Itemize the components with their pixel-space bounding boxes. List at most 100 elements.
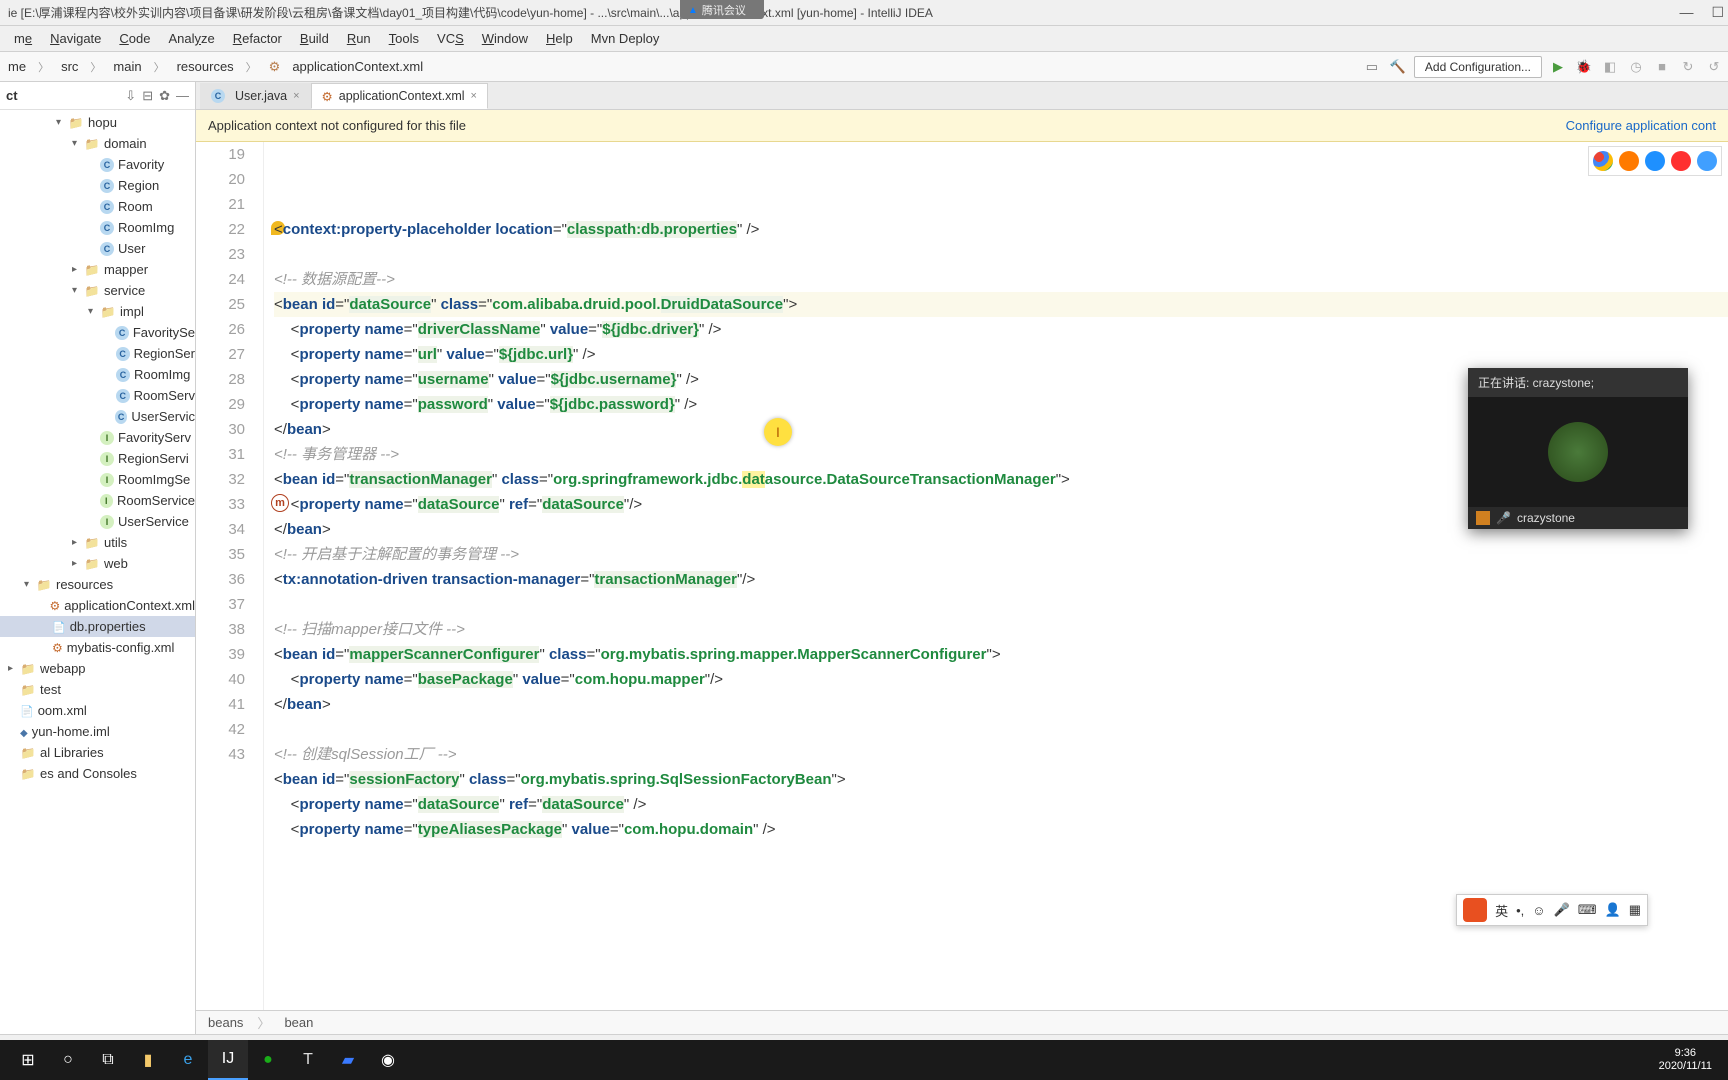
mic-icon[interactable]: 🎤 [1496,511,1511,525]
tree-node-test[interactable]: test [0,679,195,700]
line-number[interactable]: 38 [196,617,245,642]
task-view-icon[interactable]: ⧉ [88,1040,128,1080]
line-number[interactable]: 25 [196,292,245,317]
ime-punct-icon[interactable]: •, [1516,903,1524,918]
ime-lang[interactable]: 英 [1495,901,1508,920]
tree-node-hopu[interactable]: ▾hopu [0,112,195,133]
line-number[interactable]: 40 [196,667,245,692]
gutter[interactable]: 1920212223242526272829303132333435363738… [196,142,264,1010]
tree-node-RegionSer[interactable]: CRegionSer [0,343,195,364]
line-number[interactable]: 41 [196,692,245,717]
menu-tools[interactable]: Tools [381,28,427,49]
edge-icon[interactable]: e [168,1040,208,1080]
line-number[interactable]: 30 [196,417,245,442]
run-icon[interactable]: ▶ [1548,57,1568,77]
code-line-32[interactable]: <!-- 开启基于注解配置的事务管理 --> [274,542,1728,567]
line-number[interactable]: 27 [196,342,245,367]
debug-icon[interactable]: 🐞 [1574,57,1594,77]
jrebel-debug-icon[interactable]: ↺ [1704,57,1724,77]
jrebel-icon[interactable]: ↻ [1678,57,1698,77]
wechat-icon[interactable]: ● [248,1040,288,1080]
select-view-icon[interactable]: ⇩ [125,88,136,104]
pin-icon[interactable] [1476,511,1490,525]
hide-icon[interactable]: ― [176,88,189,104]
firefox-icon[interactable] [1619,151,1639,171]
tree-node-Favority[interactable]: CFavority [0,154,195,175]
line-number[interactable]: 31 [196,442,245,467]
code-editor[interactable]: <context:property-placeholder location="… [264,142,1728,1010]
code-line-36[interactable]: <bean id="mapperScannerConfigurer" class… [274,642,1728,667]
code-line-41[interactable]: <bean id="sessionFactory" class="org.myb… [274,767,1728,792]
tree-node-RoomService[interactable]: IRoomService [0,490,195,511]
opera-icon[interactable] [1671,151,1691,171]
code-line-40[interactable]: <!-- 创建sqlSession工厂 --> [274,742,1728,767]
line-number[interactable]: 21 [196,192,245,217]
code-line-23[interactable]: <property name="driverClassName" value="… [274,317,1728,342]
tree-node-UserService[interactable]: IUserService [0,511,195,532]
tencent-meeting-overlay[interactable]: 正在讲话: crazystone; 🎤 crazystone [1468,368,1688,529]
tree-node-Room[interactable]: CRoom [0,196,195,217]
code-line-19[interactable]: <context:property-placeholder location="… [274,217,1728,242]
menu-code[interactable]: Code [111,28,158,49]
menu-navigate[interactable]: Navigate [42,28,109,49]
tree-node-resources[interactable]: ▾resources [0,574,195,595]
tree-node-RoomImg[interactable]: CRoomImg [0,217,195,238]
add-configuration-button[interactable]: Add Configuration... [1414,56,1542,78]
chrome-taskbar-icon[interactable]: ◉ [368,1040,408,1080]
sogou-logo-icon[interactable] [1463,898,1487,922]
tree-node-RoomImg[interactable]: CRoomImg [0,364,195,385]
line-number[interactable]: 29 [196,392,245,417]
edge-icon[interactable] [1697,151,1717,171]
tree-node-domain[interactable]: ▾domain [0,133,195,154]
explorer-icon[interactable]: ▮ [128,1040,168,1080]
tree-node-FavoritySe[interactable]: CFavoritySe [0,322,195,343]
tree-node-FavorityServ[interactable]: IFavorityServ [0,427,195,448]
chrome-icon[interactable] [1593,151,1613,171]
tree-node-oom-xml[interactable]: oom.xml [0,700,195,721]
code-line-43[interactable]: <property name="typeAliasesPackage" valu… [274,817,1728,842]
line-number[interactable]: 23 [196,242,245,267]
tree-node-al-Libraries[interactable]: al Libraries [0,742,195,763]
breadcrumb-applicationContext-xml[interactable]: applicationContext.xml [288,57,427,76]
safari-icon[interactable] [1645,151,1665,171]
breadcrumb-src[interactable]: src [57,57,82,76]
line-number[interactable]: 19 [196,142,245,167]
tree-node-es-and-Consoles[interactable]: es and Consoles [0,763,195,784]
tencent-meeting-tag[interactable]: 腾讯会议 [680,0,764,19]
editor-breadcrumb[interactable]: beans 〉 bean [196,1010,1728,1034]
line-number[interactable]: 43 [196,742,245,767]
menu-mvn-deploy[interactable]: Mvn Deploy [583,28,668,49]
tree-node-User[interactable]: CUser [0,238,195,259]
tab-applicationContext-xml[interactable]: ⚙applicationContext.xml× [311,83,488,109]
menu-vcs[interactable]: VCS [429,28,472,49]
build-icon[interactable]: 🔨 [1388,57,1408,77]
close-icon[interactable]: × [471,90,477,102]
code-line-35[interactable]: <!-- 扫描mapper接口文件 --> [274,617,1728,642]
menu-help[interactable]: Help [538,28,581,49]
code-line-21[interactable]: <!-- 数据源配置--> [274,267,1728,292]
tree-node-applicationContext-xml[interactable]: applicationContext.xml [0,595,195,616]
ime-grid-icon[interactable]: ▦ [1629,902,1641,918]
tree-node-webapp[interactable]: ▸webapp [0,658,195,679]
code-line-20[interactable] [274,242,1728,267]
tree-node-impl[interactable]: ▾impl [0,301,195,322]
menu-me[interactable]: me [6,28,40,49]
collapse-icon[interactable]: ⊟ [142,88,153,104]
ime-keyboard-icon[interactable]: ⌨ [1578,902,1597,918]
toggle-window-icon[interactable]: ▭ [1362,57,1382,77]
code-line-37[interactable]: <property name="basePackage" value="com.… [274,667,1728,692]
code-line-39[interactable] [274,717,1728,742]
crumb-bean[interactable]: bean [284,1015,313,1030]
typora-icon[interactable]: T [288,1040,328,1080]
project-header[interactable]: ct [6,88,125,103]
maximize-icon[interactable]: ☐ [1711,4,1724,21]
menu-window[interactable]: Window [474,28,536,49]
tab-User-java[interactable]: CUser.java× [200,83,311,109]
tree-node-RoomImgSe[interactable]: IRoomImgSe [0,469,195,490]
code-line-42[interactable]: <property name="dataSource" ref="dataSou… [274,792,1728,817]
profile-icon[interactable]: ◷ [1626,57,1646,77]
breadcrumb-resources[interactable]: resources [173,57,238,76]
configure-context-link[interactable]: Configure application cont [1566,118,1716,133]
coverage-icon[interactable]: ◧ [1600,57,1620,77]
tree-node-RoomServ[interactable]: CRoomServ [0,385,195,406]
